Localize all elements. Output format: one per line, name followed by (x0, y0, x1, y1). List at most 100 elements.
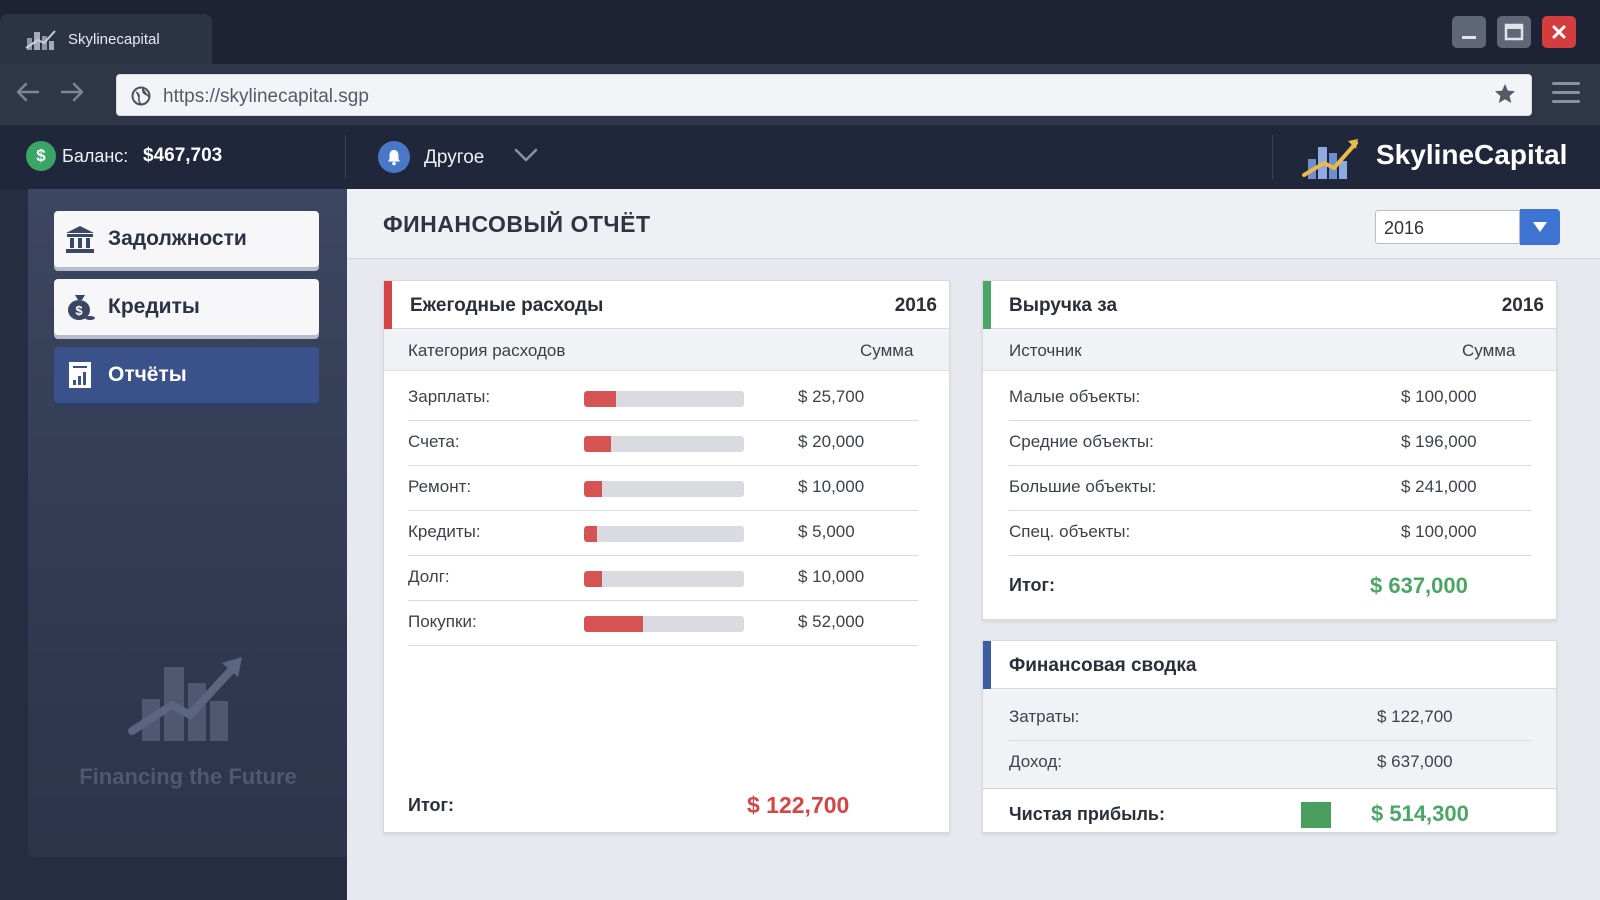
tab-title: Skylinecapital (68, 30, 160, 48)
main-content: ФИНАНСОВЫЙ ОТЧЁТ 2016 Ежегодные расходы … (347, 189, 1600, 900)
skyline-brand-logo-icon (1302, 139, 1358, 179)
table-row: Ремонт: $ 10,000 (408, 467, 918, 511)
row-amount: $ 10,000 (798, 567, 865, 586)
net-profit-value: $ 514,300 (1371, 801, 1469, 826)
divider (983, 788, 1556, 789)
column-header-category: Категория расходов (408, 341, 566, 360)
expenses-total-label: Итог: (408, 795, 455, 815)
chevron-down-icon[interactable] (512, 141, 540, 169)
revenue-year: 2016 (1501, 295, 1544, 316)
row-label: Доход: (1009, 752, 1063, 771)
address-bar[interactable]: https://skylinecapital.sgp (116, 74, 1532, 116)
expense-bar-fill (584, 481, 602, 497)
card-header: Ежегодные расходы 2016 (384, 281, 949, 329)
row-amount: $ 637,000 (1377, 752, 1453, 771)
sidebar-item-label: Задолжности (108, 227, 247, 250)
expense-bar-fill (584, 526, 597, 542)
accent-bar (983, 281, 991, 329)
expense-bar (584, 526, 744, 542)
app-topbar: $ Баланс: $467,703 Другое SkylineCapital (0, 125, 1600, 189)
expense-bar-fill (584, 391, 616, 407)
expense-bar (584, 436, 744, 452)
page-header: ФИНАНСОВЫЙ ОТЧЁТ 2016 (347, 189, 1600, 259)
url-text: https://skylinecapital.sgp (163, 86, 369, 107)
expense-bar (584, 391, 744, 407)
sidebar-item-debts[interactable]: Задолжности (54, 211, 319, 267)
expenses-card: Ежегодные расходы 2016 Категория расходо… (383, 280, 950, 833)
summary-row-income: Доход: $ 637,000 (1009, 742, 1531, 786)
browser-tab[interactable]: Skylinecapital (0, 14, 212, 64)
row-label: Долг: (408, 567, 450, 586)
row-amount: $ 100,000 (1401, 387, 1477, 406)
row-amount: $ 241,000 (1401, 477, 1477, 496)
page-title: ФИНАНСОВЫЙ ОТЧЁТ (383, 211, 651, 237)
sidebar-watermark: Financing the Future (50, 645, 326, 790)
divider (1272, 135, 1273, 179)
summary-card: Финансовая сводка Затраты: $ 122,700 Дох… (982, 640, 1557, 833)
table-row: Долг: $ 10,000 (408, 557, 918, 601)
row-label: Спец. объекты: (1009, 522, 1131, 541)
svg-text:$: $ (75, 303, 83, 318)
row-amount: $ 25,700 (798, 387, 865, 406)
expense-bar (584, 571, 744, 587)
revenue-total-value: $ 637,000 (1370, 573, 1468, 598)
bell-icon[interactable] (378, 141, 410, 173)
accent-bar (983, 641, 991, 689)
balance-value: $467,703 (143, 145, 223, 166)
minimize-button[interactable] (1452, 16, 1486, 48)
row-amount: $ 100,000 (1401, 522, 1477, 541)
expense-bar-fill (584, 616, 644, 632)
sidebar-item-reports[interactable]: Отчёты (54, 347, 319, 403)
expense-bar (584, 481, 744, 497)
row-label: Кредиты: (408, 522, 481, 541)
expenses-title: Ежегодные расходы (410, 295, 604, 316)
revenue-card: Выручка за 2016 Источник Сумма Малые объ… (982, 280, 1557, 620)
maximize-button[interactable] (1497, 16, 1531, 48)
sidebar: Задолжности $ Кредиты Отчёты Financing t… (0, 189, 347, 900)
year-dropdown-button[interactable] (1520, 209, 1560, 245)
sidebar-item-credits[interactable]: $ Кредиты (54, 279, 319, 335)
table-header: Категория расходов Сумма (384, 329, 949, 371)
row-amount: $ 122,700 (1377, 707, 1453, 726)
sidebar-item-label: Кредиты (108, 295, 200, 318)
row-label: Большие объекты: (1009, 477, 1157, 496)
table-row: Спец. объекты: $ 100,000 (1009, 512, 1531, 556)
profit-indicator-swatch (1301, 802, 1331, 828)
skyline-watermark-icon (128, 657, 242, 741)
row-label: Зарплаты: (408, 387, 491, 406)
star-icon[interactable] (1493, 82, 1517, 113)
triangle-down-icon (1533, 222, 1547, 232)
table-row: Большие объекты: $ 241,000 (1009, 467, 1531, 511)
divider (345, 135, 346, 179)
row-amount: $ 196,000 (1401, 432, 1477, 451)
brand-name: SkylineCapital (1376, 139, 1568, 170)
year-select[interactable]: 2016 (1375, 210, 1520, 244)
watermark-text: Financing the Future (79, 764, 297, 789)
row-label: Средние объекты: (1009, 432, 1154, 451)
table-row: Кредиты: $ 5,000 (408, 512, 918, 556)
table-row: Средние объекты: $ 196,000 (1009, 422, 1531, 466)
forward-arrow-icon[interactable] (58, 78, 86, 112)
revenue-title: Выручка за (1009, 295, 1118, 316)
browser-titlebar: Skylinecapital (0, 0, 1600, 64)
net-profit-label: Чистая прибыль: (1009, 804, 1165, 824)
table-header: Источник Сумма (983, 329, 1556, 371)
expenses-total-value: $ 122,700 (747, 792, 850, 818)
summary-row-costs: Затраты: $ 122,700 (1009, 697, 1531, 741)
row-label: Ремонт: (408, 477, 472, 496)
money-bag-icon: $ (68, 295, 95, 320)
row-amount: $ 10,000 (798, 477, 865, 496)
card-header: Выручка за 2016 (983, 281, 1556, 329)
card-header: Финансовая сводка (983, 641, 1556, 689)
row-amount: $ 52,000 (798, 612, 865, 631)
table-row: Счета: $ 20,000 (408, 422, 918, 466)
table-row: Малые объекты: $ 100,000 (1009, 377, 1531, 421)
row-label: Затраты: (1009, 707, 1080, 726)
globe-icon (131, 86, 151, 106)
hamburger-menu-icon[interactable] (1552, 82, 1580, 109)
back-arrow-icon[interactable] (14, 78, 42, 112)
summary-title: Финансовая сводка (1009, 655, 1197, 676)
close-button[interactable] (1542, 16, 1576, 48)
browser-navbar: https://skylinecapital.sgp (0, 64, 1600, 125)
notifications-dropdown-label[interactable]: Другое (424, 147, 484, 169)
